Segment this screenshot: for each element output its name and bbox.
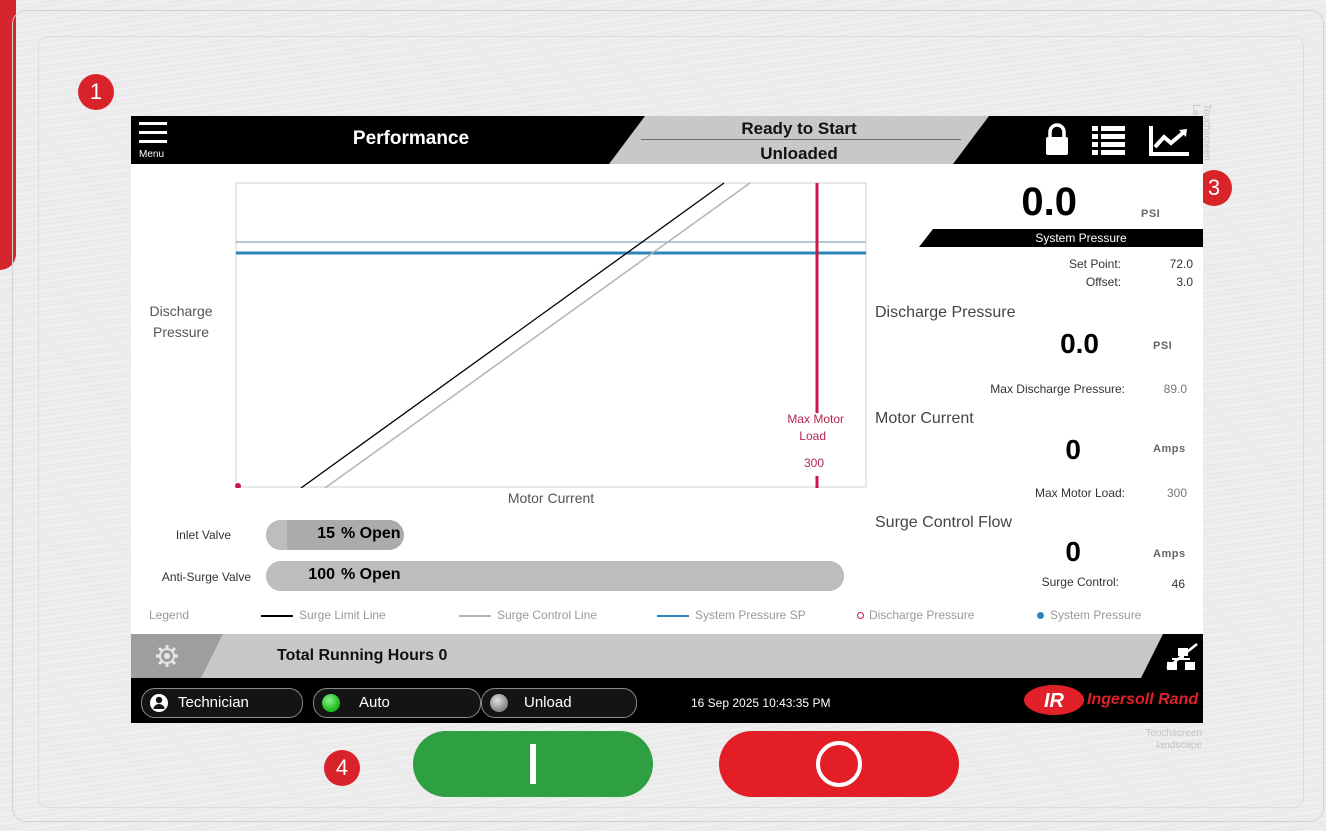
list-icon[interactable] [1089, 122, 1129, 158]
filled-circle-icon [1037, 612, 1044, 620]
legend-system-pressure-sp-label: System Pressure SP [695, 608, 806, 622]
user-button[interactable]: Technician [141, 688, 303, 718]
chart-x-label: Motor Current [507, 490, 595, 506]
surge-control-flow-title: Surge Control Flow [875, 514, 1012, 531]
start-button[interactable] [413, 731, 653, 797]
surge-control-label: Surge Control: [1041, 575, 1119, 589]
date-time: 16 Sep 2025 10:43:35 PM [691, 696, 831, 710]
legend-system-pressure: System Pressure [1037, 608, 1141, 622]
offset-value: 3.0 [1176, 275, 1193, 289]
chart-y-label-line2: Pressure [152, 324, 210, 340]
max-motor-value: 300 [804, 456, 824, 470]
menu-button[interactable]: Menu [137, 120, 177, 162]
menu-icon [139, 122, 167, 125]
system-pressure-unit: PSI [1141, 208, 1161, 220]
legend-surge-control: Surge Control Line [459, 608, 597, 622]
anti-surge-valve-label: Anti-Surge Valve [161, 570, 251, 584]
chart-y-label: Discharge Pressure [141, 301, 221, 343]
discharge-pressure-title: Discharge Pressure [875, 304, 1016, 321]
status-primary: Ready to Start [741, 119, 857, 138]
motor-current-title: Motor Current [875, 410, 974, 427]
surge-control-flow-unit: Amps [1153, 548, 1186, 560]
system-pressure-value: 0.0 [1021, 180, 1077, 224]
hmi-screen: Menu Performance Ready to Start Unloaded… [131, 116, 1203, 723]
setpoint-label: Set Point: [1068, 257, 1121, 271]
max-motor-label-line2: Load [799, 429, 826, 443]
auto-mode-button[interactable]: Auto [313, 688, 481, 718]
status-secondary: Unloaded [760, 144, 838, 163]
trend-chart-icon[interactable] [1147, 122, 1189, 158]
legend-discharge-pressure-label: Discharge Pressure [869, 608, 975, 622]
menu-icon-bar [139, 131, 167, 134]
offset-label: Offset: [1085, 275, 1121, 289]
legend-system-pressure-label: System Pressure [1050, 608, 1142, 622]
setpoint-value: 72.0 [1169, 257, 1193, 271]
system-pressure-label: System Pressure [1035, 231, 1127, 245]
inlet-valve-suffix: % Open [341, 525, 401, 542]
anti-surge-valve-suffix: % Open [341, 566, 401, 583]
motor-current-unit: Amps [1153, 443, 1186, 455]
user-label: Technician [178, 694, 249, 711]
max-motor-load-label: Max Motor Load: [1034, 486, 1125, 500]
unload-label: Unload [524, 694, 572, 711]
legend-surge-control-label: Surge Control Line [497, 608, 598, 622]
stop-button[interactable] [719, 731, 959, 797]
gear-icon[interactable] [155, 644, 179, 668]
menu-icon-bar [139, 140, 167, 143]
anti-surge-valve-value: 100 [308, 566, 335, 583]
svg-text:IR: IR [1044, 690, 1065, 712]
max-discharge-value: 89.0 [1163, 382, 1187, 396]
status-divider [641, 139, 961, 140]
user-icon [150, 694, 168, 712]
callout-1: 1 [78, 74, 114, 110]
legend-surge-limit-label: Surge Limit Line [299, 608, 386, 622]
discharge-pressure-value: 0.0 [1060, 328, 1099, 359]
start-icon [530, 744, 536, 784]
stop-icon [816, 741, 862, 787]
network-disconnected-icon[interactable] [1165, 640, 1199, 672]
menu-label: Menu [139, 149, 165, 160]
max-motor-load-value: 300 [1166, 486, 1187, 500]
discharge-pressure-unit: PSI [1153, 340, 1173, 352]
chart-y-label-line1: Discharge [149, 303, 213, 319]
surge-control-flow-value: 0 [1065, 536, 1081, 567]
legend-discharge-pressure: Discharge Pressure [857, 608, 974, 622]
bezel-ghost-text-2: landscape [1156, 740, 1202, 751]
max-motor-label-line1: Max Motor [787, 412, 844, 426]
open-circle-icon [857, 612, 864, 620]
legend-surge-limit: Surge Limit Line [261, 608, 386, 622]
unload-button[interactable]: Unload [481, 688, 637, 718]
grey-status-light-icon [490, 694, 508, 712]
callout-4: 4 [324, 750, 360, 786]
max-discharge-label: Max Discharge Pressure: [990, 382, 1125, 396]
green-status-light-icon [322, 694, 340, 712]
inlet-valve-value: 15 [317, 525, 335, 542]
legend-system-pressure-sp: System Pressure SP [657, 608, 806, 622]
surge-control-value: 46 [1171, 577, 1185, 591]
auto-mode-label: Auto [359, 694, 390, 711]
total-running-hours: Total Running Hours 0 [277, 647, 448, 664]
page-title: Performance [352, 128, 470, 149]
motor-current-value: 0 [1065, 434, 1081, 465]
brand-name: Ingersoll Rand [1087, 691, 1199, 708]
bezel-ghost-text-1: Touchscreen [1145, 728, 1202, 739]
lock-icon[interactable] [1037, 122, 1077, 158]
legend-title: Legend [149, 608, 190, 622]
performance-chart: Max Motor Load 300 [235, 182, 867, 488]
inlet-valve-label: Inlet Valve [175, 528, 231, 542]
